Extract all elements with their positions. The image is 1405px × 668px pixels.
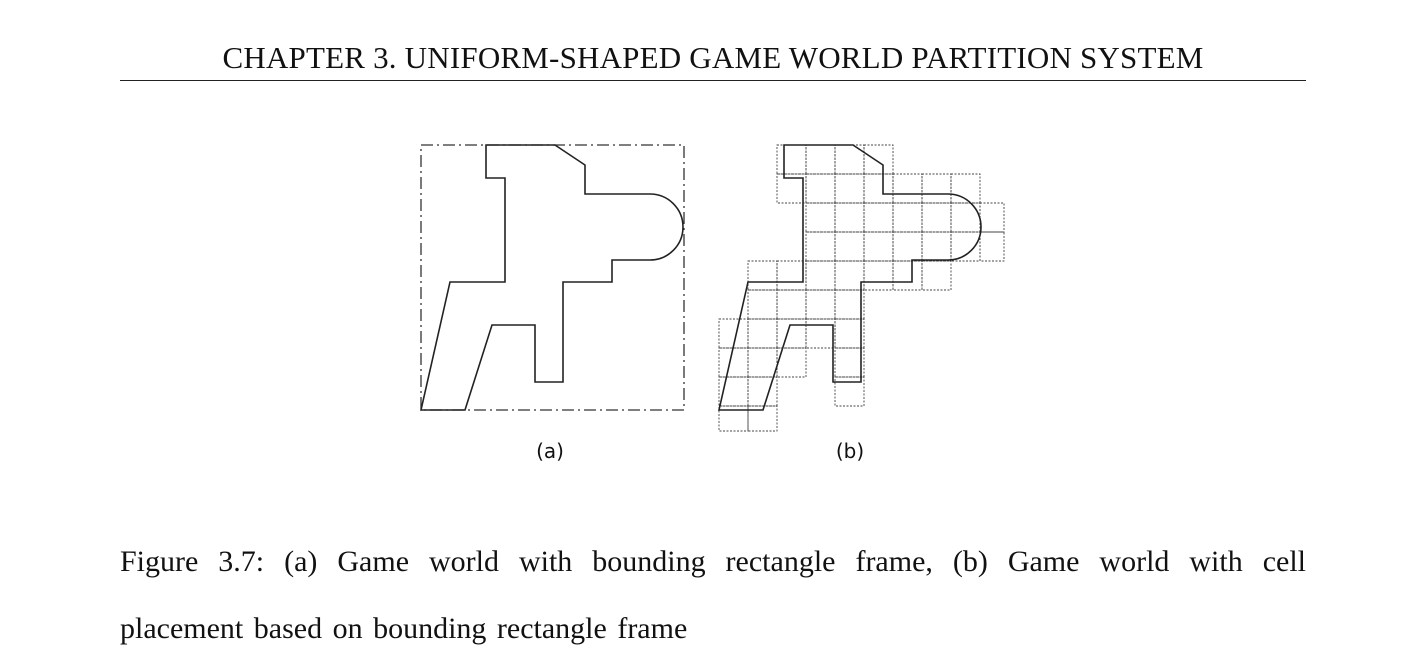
figure: (a) (b) bbox=[410, 135, 1020, 475]
game-world-outline-a bbox=[419, 144, 684, 411]
game-world-outline-b bbox=[717, 144, 982, 411]
running-header: CHAPTER 3. UNIFORM-SHAPED GAME WORLD PAR… bbox=[222, 40, 1204, 75]
bounding-rectangle-frame bbox=[420, 144, 685, 411]
header-rule bbox=[120, 80, 1306, 81]
subfigure-label-b: (b) bbox=[836, 439, 864, 463]
subfigure-label-a: (a) bbox=[536, 439, 564, 463]
figure-caption: Figure 3.7: (a) Game world with bounding… bbox=[120, 545, 1306, 645]
figure-drawing: (a) (b) bbox=[419, 144, 1005, 463]
